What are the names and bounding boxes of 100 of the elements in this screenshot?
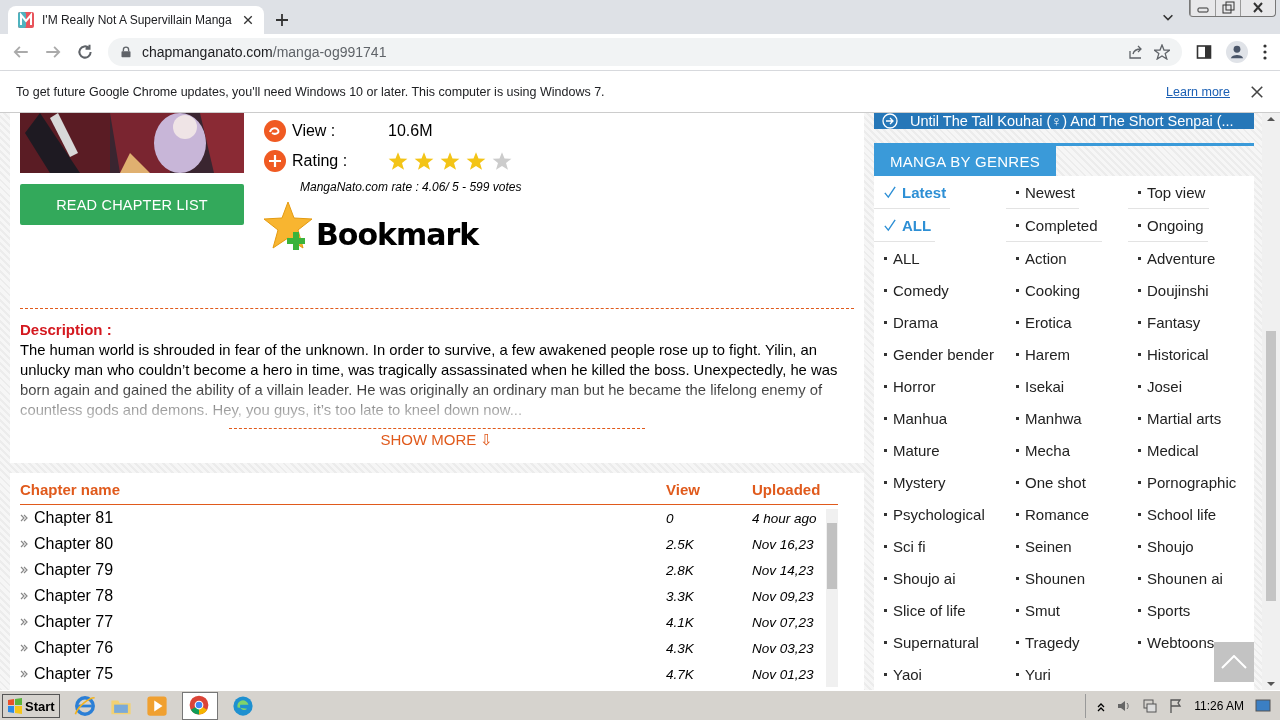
bookmark-star-icon[interactable] (1154, 44, 1170, 60)
genre-link[interactable]: Shoujo (1128, 530, 1198, 562)
double-chevron-icon (20, 618, 28, 626)
address-bar[interactable]: chapmanganato.com/manga-og991741 (108, 38, 1182, 66)
genre-link[interactable]: Drama (874, 306, 942, 338)
genre-link[interactable]: Action (1006, 242, 1071, 274)
genre-link[interactable]: Mecha (1006, 434, 1075, 466)
genre-link[interactable]: Sci fi (874, 530, 930, 562)
media-player-icon[interactable] (145, 695, 168, 717)
genre-link[interactable]: Webtoons (1128, 626, 1219, 658)
desktop-icon[interactable] (1254, 698, 1272, 714)
genre-link[interactable]: Historical (1128, 338, 1213, 370)
start-button[interactable]: Start (2, 694, 60, 718)
rating-label: Rating : (292, 152, 349, 170)
genre-link[interactable]: Mature (874, 434, 944, 466)
sort-option[interactable]: ALL (874, 209, 936, 242)
sort-option[interactable]: Newest (1006, 176, 1080, 209)
learn-more-link[interactable]: Learn more (1166, 84, 1230, 99)
genre-link[interactable]: Comedy (874, 274, 953, 306)
star-icon[interactable] (466, 151, 486, 171)
taskbar-button[interactable] (181, 692, 218, 720)
table-cell-text: Nov 09,23 (752, 588, 815, 604)
genre-link[interactable]: Gender bender (874, 338, 998, 370)
chrome-icon (188, 695, 209, 715)
genre-link[interactable]: Slice of life (874, 594, 970, 626)
genre-link[interactable]: Manhua (874, 402, 952, 434)
genre-link[interactable]: Supernatural (874, 626, 983, 658)
table-cell-text: 3.3K (666, 588, 695, 604)
manga-banner-link[interactable]: Until The Tall Kouhai (♀) And The Short Senpai (... (874, 113, 1254, 129)
genre-link[interactable]: Horror (874, 370, 940, 402)
bookmark-link[interactable]: Bookmark (264, 202, 479, 252)
sort-option[interactable]: Completed (1006, 209, 1102, 242)
share-icon[interactable] (1128, 44, 1144, 60)
genre-link[interactable]: ALL (874, 242, 924, 274)
double-chevron-icon (20, 540, 28, 548)
star-icon[interactable] (388, 151, 408, 171)
chapter-link[interactable]: Chapter 81 (34, 509, 114, 527)
column-header: View (666, 481, 701, 498)
browser-e-icon[interactable] (73, 695, 96, 717)
chapter-link[interactable]: Chapter 76 (34, 639, 114, 657)
genre-link[interactable]: Shounen (1006, 562, 1090, 594)
genre-link[interactable]: Shounen ai (1128, 562, 1227, 594)
genre-link[interactable]: Mystery (874, 466, 950, 498)
profile-icon[interactable] (1226, 41, 1248, 63)
genre-link[interactable]: Josei (1128, 370, 1187, 402)
reload-icon[interactable] (76, 43, 94, 61)
menu-icon[interactable] (1262, 43, 1268, 61)
genre-link[interactable]: Isekai (1006, 370, 1069, 402)
genre-link[interactable]: Erotica (1006, 306, 1076, 338)
genre-link[interactable]: Yuri (1006, 658, 1055, 690)
plus-circle-icon (264, 150, 286, 172)
scroll-down-icon[interactable] (1266, 680, 1276, 688)
chapter-link[interactable]: Chapter 77 (34, 613, 114, 631)
genre-link[interactable]: Medical (1128, 434, 1203, 466)
browser-tab[interactable]: I'M Really Not A Supervillain Manga (8, 6, 264, 34)
table-cell-text: 2.5K (666, 536, 695, 552)
genre-link[interactable]: Harem (1006, 338, 1074, 370)
star-icon[interactable] (440, 151, 460, 171)
genre-link[interactable]: Manhwa (1006, 402, 1086, 434)
show-more-button[interactable]: SHOW MORE ⇩ (380, 429, 494, 451)
new-tab-icon[interactable] (274, 12, 290, 28)
star-icon[interactable] (492, 151, 512, 171)
genre-link[interactable]: Fantasy (1128, 306, 1205, 338)
genre-link[interactable]: Smut (1006, 594, 1064, 626)
star-icon[interactable] (414, 151, 434, 171)
genre-link[interactable]: Tragedy (1006, 626, 1084, 658)
sort-option[interactable]: Top view (1128, 176, 1210, 209)
genre-link[interactable]: School life (1128, 498, 1221, 530)
chapter-link[interactable]: Chapter 78 (34, 587, 114, 605)
genre-link[interactable]: Shoujo ai (874, 562, 960, 594)
genre-link[interactable]: Cooking (1006, 274, 1085, 306)
chevron-up-icon (1221, 655, 1247, 669)
genre-link[interactable]: Martial arts (1128, 402, 1226, 434)
scroll-up-icon[interactable] (1266, 115, 1276, 123)
chapter-link[interactable]: Chapter 80 (34, 535, 114, 553)
network-icon[interactable] (1142, 698, 1159, 714)
sort-option[interactable]: Latest (874, 176, 951, 209)
edge-icon[interactable] (231, 695, 254, 717)
genre-link[interactable]: Adventure (1128, 242, 1220, 274)
close-icon[interactable] (242, 14, 254, 26)
close-icon[interactable] (1250, 84, 1264, 99)
chapter-link[interactable]: Chapter 75 (34, 665, 114, 683)
genre-link[interactable]: Sports (1128, 594, 1195, 626)
chapter-link[interactable]: Chapter 79 (34, 561, 114, 579)
genre-link[interactable]: Psychological (874, 498, 989, 530)
sort-option[interactable]: Ongoing (1128, 209, 1208, 242)
side-panel-icon[interactable] (1196, 44, 1212, 60)
genre-link[interactable]: Doujinshi (1128, 274, 1213, 306)
table-cell-text: 2.8K (666, 562, 695, 578)
scrollbar[interactable] (826, 509, 838, 687)
genre-link[interactable]: Pornographic (1128, 466, 1241, 498)
genre-link[interactable]: One shot (1006, 466, 1090, 498)
genre-link[interactable]: Romance (1006, 498, 1094, 530)
favicon-icon (18, 12, 34, 28)
genre-link[interactable]: Seinen (1006, 530, 1076, 562)
view-label: View : (292, 122, 337, 140)
section-title: MANGA BY GENRES (874, 146, 1057, 176)
scrollbar[interactable] (1262, 113, 1280, 690)
table-cell-text: Nov 03,23 (752, 640, 815, 656)
genre-link[interactable]: Yaoi (874, 658, 926, 690)
